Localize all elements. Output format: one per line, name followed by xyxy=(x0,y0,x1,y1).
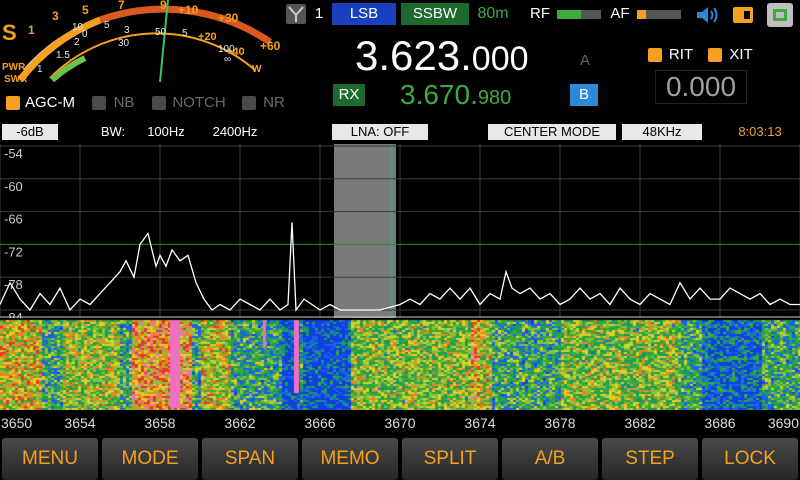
x-tick-label: 3650 xyxy=(1,415,32,431)
s-label: S xyxy=(2,20,17,45)
frequency-axis: 3650 3654 3658 3662 3666 3670 3674 3678 3682 3686… xyxy=(1,415,799,431)
rx-badge: RX xyxy=(333,84,365,106)
agc-checkbox[interactable] xyxy=(6,96,20,110)
s-scale-p60: +60 xyxy=(260,39,281,53)
antenna-icon xyxy=(288,6,304,22)
agc-label[interactable]: AGC-M xyxy=(24,92,76,114)
span-indicator[interactable]: 48KHz xyxy=(622,124,702,140)
speaker-icon[interactable] xyxy=(695,4,721,26)
lna-indicator[interactable]: LNA: OFF xyxy=(332,124,428,140)
notch-label[interactable]: NOTCH xyxy=(170,92,228,114)
pwr-scale-30: 30 xyxy=(118,38,130,49)
step-button[interactable]: STEP xyxy=(602,438,698,480)
sub-frequency[interactable]: 3.670.980 xyxy=(400,80,511,110)
sd-card-icon[interactable] xyxy=(732,5,754,25)
antenna-number: 1 xyxy=(314,5,324,22)
rf-label: RF xyxy=(530,5,550,22)
center-mode-indicator[interactable]: CENTER MODE xyxy=(488,124,616,140)
s-meter: S 1 3 5 7 9 +10 +30 +60 +20 +40 1 1.5 2 … xyxy=(2,0,281,85)
x-tick-label: 3690 xyxy=(768,415,799,431)
x-tick-label: 3654 xyxy=(64,415,95,431)
rit-label: RIT xyxy=(668,46,694,63)
af-label: AF xyxy=(610,5,630,22)
mode-select-button[interactable]: MODE xyxy=(102,438,198,480)
x-tick-label: 3662 xyxy=(224,415,255,431)
s-scale-7: 7 xyxy=(118,0,125,12)
lock-button[interactable]: LOCK xyxy=(702,438,798,480)
x-tick-label: 3670 xyxy=(384,415,415,431)
swr-scale-5: 5 xyxy=(182,28,188,39)
x-tick-label: 3686 xyxy=(704,415,735,431)
x-tick-label: 3674 xyxy=(464,415,495,431)
xit-label: XIT xyxy=(729,46,753,63)
pwr-label: PWR xyxy=(2,62,26,73)
split-button[interactable]: SPLIT xyxy=(402,438,498,480)
mode-button[interactable]: LSB xyxy=(332,3,396,25)
band-label[interactable]: 80m xyxy=(472,3,514,25)
swr-scale-inf: ∞ xyxy=(224,54,231,65)
nb-checkbox[interactable] xyxy=(92,96,106,110)
nb-label[interactable]: NB xyxy=(110,92,138,114)
pwr-scale-10: 10 xyxy=(72,22,84,33)
xit-checkbox[interactable] xyxy=(708,48,722,62)
y-tick-label: -72 xyxy=(4,244,23,259)
memo-button[interactable]: MEMO xyxy=(302,438,398,480)
bw-label: BW: xyxy=(100,124,126,139)
s-scale-5: 5 xyxy=(82,3,89,17)
y-tick-label: -60 xyxy=(4,179,23,194)
x-tick-label: 3682 xyxy=(624,415,655,431)
x-tick-label: 3666 xyxy=(304,415,335,431)
swr-scale-2: 2 xyxy=(74,37,80,48)
pwr-scale-50: 50 xyxy=(155,27,167,38)
span-button[interactable]: SPAN xyxy=(202,438,298,480)
af-gain-fill xyxy=(637,10,646,19)
vfo-a-tag: A xyxy=(579,52,590,69)
x-tick-label: 3678 xyxy=(544,415,575,431)
sub-frequency-digits: 3.670. xyxy=(400,79,478,110)
gain-indicator[interactable]: -6dB xyxy=(2,124,58,140)
main-frequency-hz: 000 xyxy=(471,40,529,78)
swr-scale-1: 1 xyxy=(37,64,43,75)
nr-label[interactable]: NR xyxy=(260,92,288,114)
rf-gain-fill xyxy=(557,10,582,19)
main-frequency-digits: 3.623. xyxy=(355,32,472,79)
antenna-button[interactable] xyxy=(286,4,306,24)
s-scale-3: 3 xyxy=(52,9,59,23)
s-scale-1: 1 xyxy=(28,23,35,37)
bw-high[interactable]: 2400Hz xyxy=(198,124,272,140)
clock: 8:03:13 xyxy=(738,124,782,139)
rf-gain-bar[interactable] xyxy=(557,10,601,19)
pwr-scale-5: 5 xyxy=(104,20,110,31)
notch-checkbox[interactable] xyxy=(152,96,166,110)
pwr-scale-100: 100 xyxy=(218,44,235,55)
s-scale-p10: +10 xyxy=(178,3,199,17)
ab-button[interactable]: A/B xyxy=(502,438,598,480)
s-scale-p30: +30 xyxy=(218,11,239,25)
rit-checkbox[interactable] xyxy=(648,48,662,62)
swr-scale-1-5: 1.5 xyxy=(56,50,70,61)
spectrum-display[interactable]: -54-60-66-72-78-84 xyxy=(0,144,800,318)
main-frequency[interactable]: 3.623.000 xyxy=(355,32,529,79)
s-scale-p20: +20 xyxy=(198,31,217,43)
rit-offset-value[interactable]: 0.000 xyxy=(655,70,747,104)
y-tick-label: -54 xyxy=(4,146,23,161)
swr-label: SWR xyxy=(4,74,28,85)
menu-button[interactable]: MENU xyxy=(2,438,98,480)
pwr-unit: W xyxy=(252,64,262,75)
s-scale-9: 9 xyxy=(160,0,167,12)
af-gain-bar[interactable] xyxy=(637,10,681,19)
bw-low[interactable]: 100Hz xyxy=(136,124,196,140)
swr-scale-3: 3 xyxy=(124,25,130,36)
filter-button[interactable]: SSBW xyxy=(401,3,469,25)
sub-frequency-hz: 980 xyxy=(477,87,512,109)
y-tick-label: -66 xyxy=(4,212,23,227)
x-tick-label: 3658 xyxy=(144,415,175,431)
nr-checkbox[interactable] xyxy=(242,96,256,110)
vfo-b-button[interactable]: B xyxy=(570,84,598,106)
waterfall-display[interactable] xyxy=(0,318,800,410)
passband-highlight xyxy=(334,144,396,318)
network-icon[interactable] xyxy=(767,3,793,27)
